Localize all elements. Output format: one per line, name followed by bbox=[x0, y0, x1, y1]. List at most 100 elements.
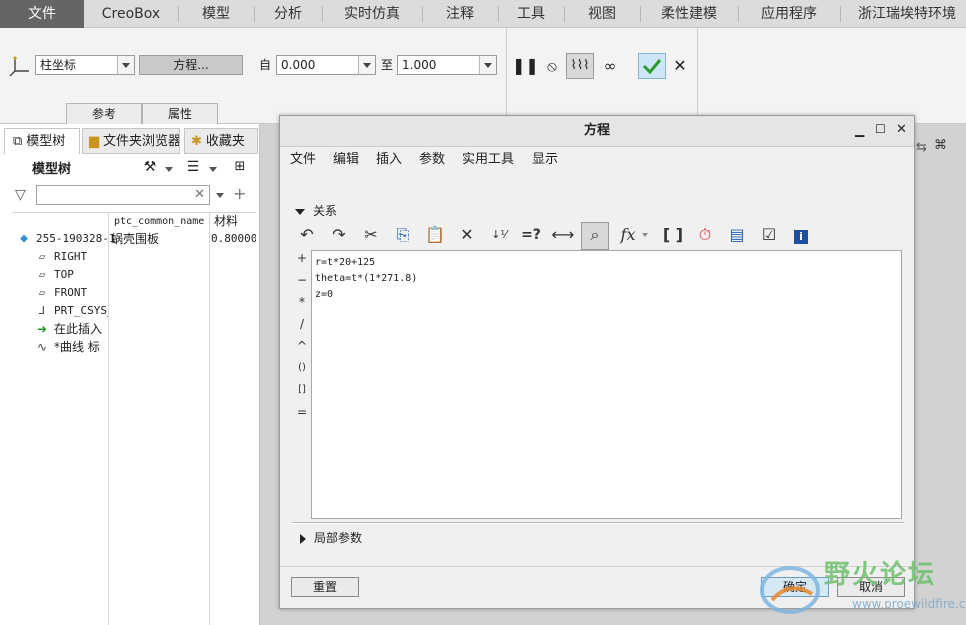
info-icon[interactable]: i bbox=[789, 223, 813, 247]
tree-item-label: PRT_CSYS_ bbox=[54, 304, 108, 317]
chevron-down-icon[interactable] bbox=[358, 56, 375, 74]
tree-row-part[interactable]: ◆ 255-190328-1 bbox=[16, 230, 115, 248]
model-tree-title: 模型树 bbox=[32, 162, 72, 177]
menu-tab-analysis[interactable]: 分析 bbox=[254, 0, 322, 28]
evaluate-icon[interactable]: =? bbox=[519, 223, 543, 247]
dialog-menu-utilities[interactable]: 实用工具 bbox=[462, 150, 514, 170]
tab-model-tree[interactable]: ⧉ 模型树 bbox=[4, 128, 80, 154]
operator-equals-button[interactable]: = bbox=[294, 402, 310, 422]
relations-editor[interactable]: r=t*20+125 theta=t*(1*271.8) z=0 bbox=[311, 250, 902, 519]
show-dimensions-icon[interactable]: ⌕ bbox=[581, 222, 609, 250]
stop-icon[interactable]: ⦸ bbox=[542, 56, 562, 76]
local-params-icon[interactable]: ▤ bbox=[725, 223, 749, 247]
operator-divide-button[interactable]: / bbox=[294, 314, 310, 334]
tab-folder-browser[interactable]: ▆ 文件夹浏览器 bbox=[82, 128, 180, 154]
maximize-icon[interactable]: ☐ bbox=[875, 122, 886, 136]
subtab-properties[interactable]: 属性 bbox=[142, 103, 218, 124]
tree-row-curve[interactable]: ∿ *曲线 标 bbox=[34, 338, 108, 356]
glasses-icon[interactable]: ∞ bbox=[598, 56, 622, 76]
confirm-check-icon[interactable] bbox=[638, 53, 666, 79]
cancel-x-icon[interactable]: ✕ bbox=[671, 56, 689, 76]
dialog-menu-display[interactable]: 显示 bbox=[532, 150, 558, 170]
operator-parentheses-button[interactable]: () bbox=[294, 358, 310, 378]
to-label: 至 bbox=[381, 58, 394, 72]
check-list-icon[interactable]: ☑ bbox=[757, 223, 781, 247]
verify-icon[interactable]: ⏱ bbox=[693, 223, 717, 247]
from-value-input[interactable]: 0.000 bbox=[276, 55, 376, 75]
menu-tab-tools[interactable]: 工具 bbox=[498, 0, 564, 28]
menu-tab-model[interactable]: 模型 bbox=[178, 0, 254, 28]
operator-minus-button[interactable]: − bbox=[294, 270, 310, 290]
menu-tab-file[interactable]: 文件 bbox=[0, 0, 84, 28]
tree-row-front[interactable]: ▱ FRONT bbox=[34, 284, 87, 302]
reset-button[interactable]: 重置 bbox=[291, 577, 359, 597]
dialog-menu-edit[interactable]: 编辑 bbox=[333, 150, 359, 170]
cut-icon[interactable]: ✂ bbox=[359, 223, 383, 247]
preview-mesh-icon[interactable]: ⌇⌇⌇ bbox=[566, 53, 594, 79]
sort-relations-icon[interactable]: ↓⅟ bbox=[487, 223, 511, 247]
coord-type-dropdown[interactable]: 柱坐标 bbox=[35, 55, 135, 75]
menu-tab-view[interactable]: 视图 bbox=[564, 0, 640, 28]
operator-brackets-button[interactable]: [] bbox=[294, 380, 310, 400]
settings-tools-icon[interactable]: ⚒ bbox=[141, 159, 159, 179]
section-local-params[interactable]: 局部参数 bbox=[300, 529, 362, 547]
clear-icon[interactable]: ✕ bbox=[194, 187, 205, 202]
close-icon[interactable]: ✕ bbox=[896, 122, 907, 137]
operator-multiply-button[interactable]: * bbox=[294, 292, 310, 312]
tab-favorites[interactable]: ✱ 收藏夹 bbox=[184, 128, 258, 154]
tab-folder-browser-label: 文件夹浏览器 bbox=[103, 134, 180, 149]
section-relations[interactable]: 关系 bbox=[295, 202, 337, 220]
plane-icon: ▱ bbox=[38, 268, 46, 281]
dialog-title: 方程 bbox=[280, 116, 914, 147]
minimize-icon[interactable]: ▁ bbox=[855, 123, 864, 137]
chevron-down-icon[interactable] bbox=[479, 56, 496, 74]
delete-icon[interactable]: ✕ bbox=[455, 223, 479, 247]
menu-tab-creobox[interactable]: CreoBox bbox=[84, 0, 178, 28]
function-icon[interactable]: 𝑓x bbox=[616, 223, 640, 247]
filter-icon[interactable]: ▽ bbox=[15, 186, 33, 204]
copy-icon[interactable]: ⎘ bbox=[391, 223, 415, 247]
dimension-icon[interactable]: ⟷ bbox=[551, 223, 575, 247]
chevron-down-icon[interactable] bbox=[165, 167, 173, 172]
column-header-material[interactable]: 材料 bbox=[214, 213, 238, 229]
operator-plus-button[interactable]: + bbox=[294, 248, 310, 268]
pause-icon[interactable]: ❚❚ bbox=[512, 56, 539, 76]
tree-row-right[interactable]: ▱ RIGHT bbox=[34, 248, 87, 266]
dialog-menu-insert[interactable]: 插入 bbox=[376, 150, 402, 170]
menu-tab-applications[interactable]: 应用程序 bbox=[738, 0, 840, 28]
column-header-common-name[interactable]: ptc_common_name bbox=[114, 214, 204, 230]
chevron-down-icon[interactable] bbox=[209, 167, 217, 172]
brackets-icon[interactable]: [ ] bbox=[661, 223, 685, 247]
tree-row-insert-here[interactable]: ➜ 在此插入 bbox=[34, 320, 102, 338]
operator-power-button[interactable]: ^ bbox=[294, 336, 310, 356]
menu-tab-custom[interactable]: 浙江瑞埃特环境 bbox=[840, 0, 966, 28]
tree-search-input[interactable]: ✕ bbox=[36, 185, 210, 205]
to-value-input[interactable]: 1.000 bbox=[397, 55, 497, 75]
chevron-down-icon[interactable] bbox=[216, 193, 224, 198]
menu-tab-flexible-modeling[interactable]: 柔性建模 bbox=[640, 0, 738, 28]
subtab-references[interactable]: 参考 bbox=[66, 103, 142, 124]
dialog-menu-parameters[interactable]: 参数 bbox=[419, 150, 445, 170]
expand-icon bbox=[300, 533, 306, 544]
plane-icon: ▱ bbox=[38, 250, 46, 263]
tree-row-csys[interactable]: ⅃ PRT_CSYS_ bbox=[34, 302, 108, 320]
undo-icon[interactable]: ↶ bbox=[295, 223, 319, 247]
chevron-down-icon[interactable] bbox=[642, 233, 648, 237]
equation-button[interactable]: 方程... bbox=[139, 55, 243, 75]
tab-favorites-label: 收藏夹 bbox=[205, 134, 245, 149]
add-column-icon[interactable]: + bbox=[233, 185, 249, 203]
chevron-down-icon[interactable] bbox=[117, 56, 134, 74]
menu-tab-annotate[interactable]: 注释 bbox=[422, 0, 498, 28]
to-value: 1.000 bbox=[402, 58, 437, 72]
paste-icon[interactable]: 📋 bbox=[423, 223, 447, 247]
collapse-icon bbox=[295, 208, 305, 215]
view-icon[interactable]: ⇆ bbox=[916, 140, 927, 155]
section-local-params-label: 局部参数 bbox=[314, 531, 363, 545]
tree-row-top[interactable]: ▱ TOP bbox=[34, 266, 74, 284]
redo-icon[interactable]: ↷ bbox=[327, 223, 351, 247]
dialog-menu-file[interactable]: 文件 bbox=[290, 150, 316, 170]
network-icon[interactable]: ⌘ bbox=[934, 138, 947, 153]
menu-tab-realtime-sim[interactable]: 实时仿真 bbox=[322, 0, 422, 28]
tree-filter-glasses-icon[interactable]: ⊞ bbox=[229, 159, 251, 179]
show-list-icon[interactable]: ☰ bbox=[184, 159, 202, 179]
